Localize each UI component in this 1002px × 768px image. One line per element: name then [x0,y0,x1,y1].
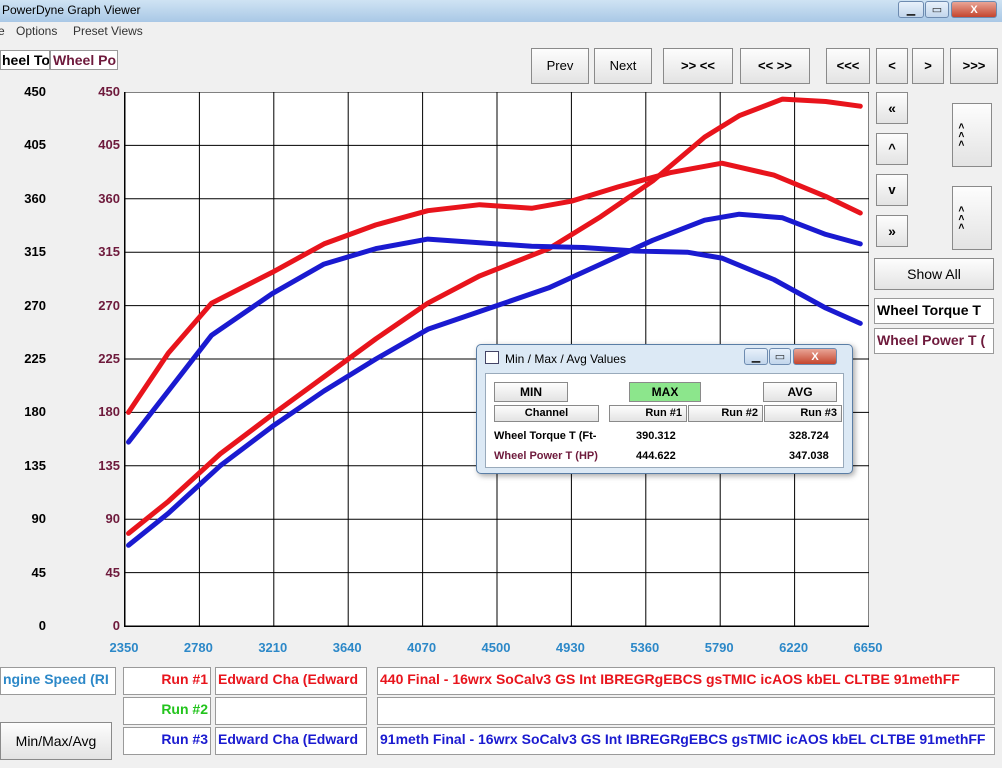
run2-file[interactable] [377,697,995,725]
y-tick-right: 225 [98,351,120,366]
maximize-button[interactable]: ▭ [925,1,949,18]
x-tick: 4500 [481,640,511,655]
back-button[interactable]: < [876,48,908,84]
y-tick-left: 90 [31,511,46,527]
window-title: PowerDyne Graph Viewer [2,3,141,17]
max-button[interactable]: MAX [629,382,701,402]
y-tick-right: 45 [105,564,120,580]
run2-driver[interactable] [215,697,367,725]
dialog-minimize-button[interactable]: ▁ [744,348,768,365]
x-tick: 4070 [407,640,437,655]
title-bar: PowerDyne Graph Viewer ▁ ▭ X [0,0,1002,23]
run1-label[interactable]: Run #1 [123,667,211,695]
row1-run3: 328.724 [789,430,829,442]
y-tick-left: 315 [24,244,46,260]
row1-run1: 390.312 [636,430,676,442]
scroll-up-button[interactable]: ^ [876,133,908,165]
x-tick: 5360 [630,640,660,655]
y-tick-left: 0 [38,618,46,633]
y-tick-left: 360 [24,190,46,206]
menu-file[interactable]: e [0,24,5,38]
y-tick-right: 405 [98,137,120,153]
run3-label[interactable]: Run #3 [123,727,211,755]
right-channel-field[interactable]: Wheel Po [50,50,118,70]
y-tick-left: 45 [31,564,46,580]
x-tick: 4930 [555,640,585,655]
col-run1[interactable]: Run #1 [609,405,687,422]
row2-run3: 347.038 [789,450,829,462]
run1-file[interactable]: 440 Final - 16wrx SoCalv3 GS Int IBREGRg… [377,667,995,695]
menu-options[interactable]: Options [16,24,57,38]
x-tick: 2350 [109,640,139,655]
row2-run1: 444.622 [636,450,676,462]
run2-label[interactable]: Run #2 [123,697,211,725]
left-channel-field[interactable]: heel To [0,50,50,70]
x-tick: 3640 [332,640,362,655]
zoom-out-button[interactable]: << >> [740,48,810,84]
y-tick-right: 450 [98,84,120,99]
dialog-app-icon [485,351,499,364]
menu-preset-views[interactable]: Preset Views [73,24,143,38]
y-tick-left: 180 [24,404,46,420]
menu-bar: e Options Preset Views [0,22,1002,40]
forward-button[interactable]: > [912,48,944,84]
y-tick-left: 270 [24,297,46,313]
minmax-avg-button[interactable]: Min/Max/Avg [0,722,112,760]
x-tick: 3210 [258,640,288,655]
min-button[interactable]: MIN [494,382,568,402]
avg-button[interactable]: AVG [763,382,837,402]
legend-torque[interactable]: Wheel Torque T [874,298,994,324]
last-button[interactable]: >>> [950,48,998,84]
y-tick-left: 405 [24,137,46,153]
dialog-body: MIN MAX AVG Channel Run #1 Run #2 Run #3… [485,373,844,468]
right-scroll-up-button[interactable]: < < < [952,103,992,167]
y-tick-right: 135 [98,457,120,473]
scroll-down-fast-button[interactable]: » [876,215,908,247]
y-tick-right: 180 [98,404,120,420]
y-tick-right: 315 [98,244,120,260]
close-button[interactable]: X [951,1,997,18]
first-button[interactable]: <<< [826,48,870,84]
x-tick: 6650 [853,640,883,655]
col-channel[interactable]: Channel [494,405,599,422]
scroll-down-button[interactable]: v [876,174,908,206]
y-tick-right: 270 [98,297,120,313]
y-tick-left: 450 [24,84,46,99]
run1-driver[interactable]: Edward Cha (Edward [215,667,367,695]
row1-channel: Wheel Torque T (Ft- [494,430,597,442]
row2-channel: Wheel Power T (HP) [494,450,598,462]
y-tick-left: 135 [24,457,46,473]
dialog-close-button[interactable]: X [793,348,837,365]
minimize-button[interactable]: ▁ [898,1,924,18]
right-scroll-down-button[interactable]: < < < [952,186,992,250]
run3-file[interactable]: 91meth Final - 16wrx SoCalv3 GS Int IBRE… [377,727,995,755]
next-button[interactable]: Next [594,48,652,84]
scroll-up-fast-button[interactable]: « [876,92,908,124]
y-tick-right: 0 [112,618,120,633]
y-tick-right: 90 [105,511,120,527]
y-tick-right: 360 [98,190,120,206]
col-run2[interactable]: Run #2 [688,405,763,422]
zoom-in-button[interactable]: >> << [663,48,733,84]
x-channel-field[interactable]: ngine Speed (RI [0,667,116,695]
dialog-title: Min / Max / Avg Values [505,352,626,366]
x-tick: 6220 [779,640,809,655]
x-tick: 5790 [704,640,734,655]
col-run3[interactable]: Run #3 [764,405,842,422]
y-tick-left: 225 [24,351,46,366]
show-all-button[interactable]: Show All [874,258,994,290]
minmax-dialog: Min / Max / Avg Values ▁ ▭ X MIN MAX AVG… [476,344,853,474]
dialog-maximize-button[interactable]: ▭ [769,348,791,365]
prev-button[interactable]: Prev [531,48,589,84]
legend-power[interactable]: Wheel Power T ( [874,328,994,354]
run3-driver[interactable]: Edward Cha (Edward [215,727,367,755]
x-tick: 2780 [183,640,213,655]
